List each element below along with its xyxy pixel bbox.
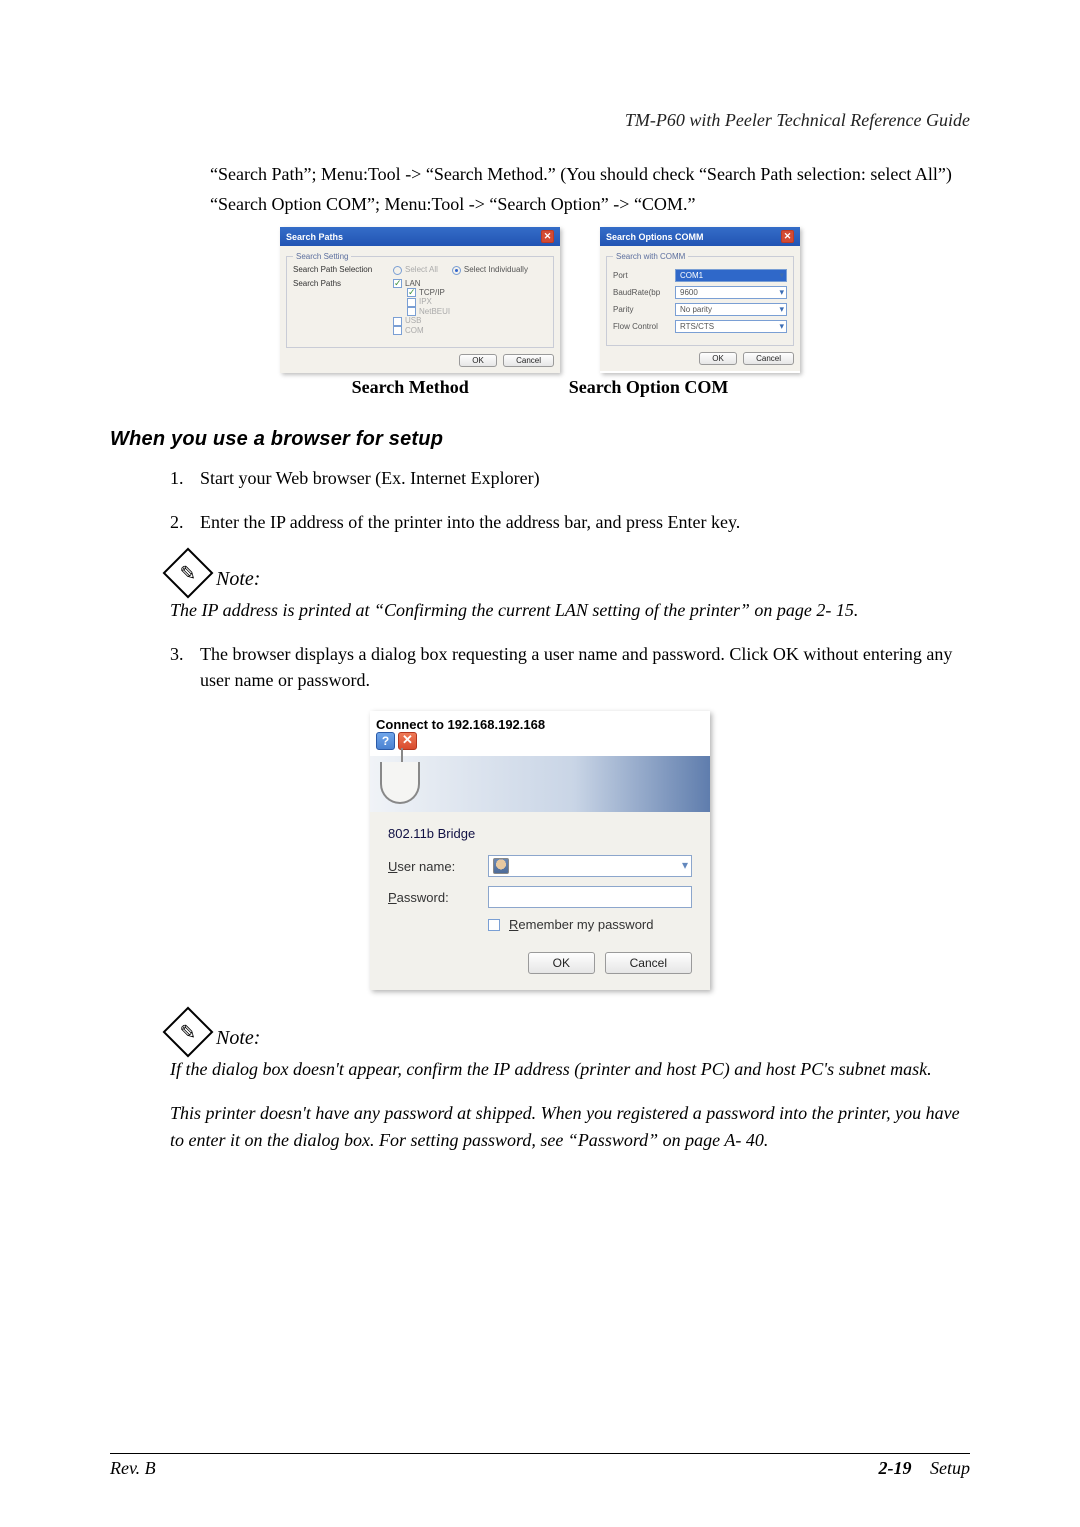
check-tcpip[interactable]: TCP/IP [407,288,547,297]
check-lan[interactable]: LAN [393,279,547,288]
port-label: Port [613,271,675,280]
section-heading: When you use a browser for setup [110,428,970,451]
parity-label: Parity [613,305,675,314]
footer-rev: Rev. B [110,1458,156,1479]
help-icon[interactable]: ? [376,732,395,750]
baud-label: BaudRate(bp [613,288,675,297]
radio-select-indiv[interactable]: Select Individually [452,265,528,274]
bridge-label: 802.11b Bridge [388,826,692,841]
flow-select[interactable]: RTS/CTS [675,320,787,333]
search-paths-label: Search Paths [293,279,393,288]
footer-page: 2-19 [879,1458,912,1478]
note1-text: The IP address is printed at “Confirming… [170,597,970,623]
search-method-title: Search Paths [286,232,343,242]
step-3: 3. The browser displays a dialog box req… [170,641,970,693]
page-header-title: TM-P60 with Peeler Technical Reference G… [110,110,970,131]
note-icon: ✎ [163,1007,214,1058]
flow-label: Flow Control [613,322,675,331]
note-label: Note: [216,568,260,591]
parity-select[interactable]: No parity [675,303,787,316]
search-method-group-label: Search Setting [293,252,351,261]
password-input[interactable] [488,886,692,908]
caption-search-option: Search Option COM [569,377,729,398]
search-option-group-label: Search with COMM [613,252,688,261]
cancel-button[interactable]: Cancel [503,354,554,367]
note2-text-p1: If the dialog box doesn't appear, confir… [170,1056,970,1082]
connect-dialog: Connect to 192.168.192.168 ? ✕ 802.11b B… [370,711,710,990]
username-label: User name: [388,859,488,874]
note-icon: ✎ [163,548,214,599]
close-icon[interactable]: ✕ [541,230,554,243]
intro-line-2: “Search Option COM”; Menu:Tool -> “Searc… [210,191,970,217]
cancel-button[interactable]: Cancel [743,352,794,365]
connect-title: Connect to 192.168.192.168 [376,717,545,732]
search-method-window: Search Paths ✕ Search Setting Search Pat… [280,227,560,373]
search-path-selection-label: Search Path Selection [293,265,393,274]
password-label: Password: [388,890,488,905]
search-option-window: Search Options COMM ✕ Search with COMM P… [600,227,800,373]
ok-button[interactable]: OK [528,952,595,974]
close-icon[interactable]: ✕ [781,230,794,243]
remember-checkbox[interactable]: Remember my password [488,917,692,932]
radio-select-all[interactable]: Select All [393,265,438,274]
lock-shield-icon [380,762,420,804]
baud-select[interactable]: 9600 [675,286,787,299]
check-ipx: IPX [407,297,547,306]
ok-button[interactable]: OK [459,354,497,367]
port-select[interactable]: COM1 [675,269,787,282]
ok-button[interactable]: OK [699,352,737,365]
note-label: Note: [216,1027,260,1050]
note2-text-p2: This printer doesn't have any password a… [170,1100,970,1152]
check-usb: USB [393,316,547,325]
user-icon [493,858,509,874]
search-option-title: Search Options COMM [606,232,704,242]
intro-line-1: “Search Path”; Menu:Tool -> “Search Meth… [210,161,970,187]
cancel-button[interactable]: Cancel [605,952,692,974]
footer-section: Setup [930,1458,970,1478]
check-com: COM [393,326,547,335]
page-footer: Rev. B 2-19 Setup [110,1453,970,1479]
step-2: 2. Enter the IP address of the printer i… [170,509,970,535]
step-1: 1. Start your Web browser (Ex. Internet … [170,465,970,491]
username-input[interactable] [488,855,692,877]
check-netbeui: NetBEUI [407,307,547,316]
caption-search-method: Search Method [352,377,469,398]
